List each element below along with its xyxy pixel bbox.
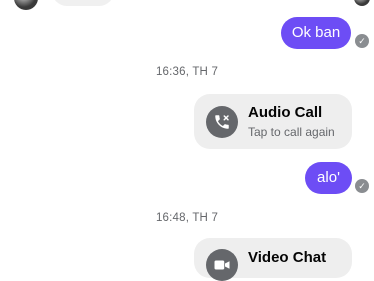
- missed-call-icon: [206, 105, 238, 138]
- timestamp-divider: 16:48, TH 7: [155, 212, 219, 224]
- outgoing-message-alo[interactable]: alo': [305, 162, 352, 194]
- check-icon: ✓: [355, 179, 369, 193]
- seen-avatar: [354, 0, 370, 6]
- outgoing-message-ok-ban[interactable]: Ok ban: [281, 17, 351, 49]
- call-title: Video Chat: [248, 249, 327, 266]
- incoming-message-bubble[interactable]: [52, 0, 114, 6]
- contact-avatar[interactable]: [14, 0, 38, 10]
- message-text: alo': [317, 169, 340, 186]
- call-title: Audio Call: [248, 103, 323, 121]
- video-call-icon: [206, 249, 238, 281]
- message-text: Ok ban: [291, 24, 341, 41]
- video-chat-card[interactable]: Video Chat: [194, 238, 352, 281]
- audio-call-card[interactable]: Audio Call Tap to call again: [194, 94, 352, 149]
- timestamp-divider: 16:36, TH 7: [155, 66, 219, 78]
- call-subtitle: Tap to call again: [248, 124, 335, 139]
- check-icon: ✓: [355, 34, 369, 48]
